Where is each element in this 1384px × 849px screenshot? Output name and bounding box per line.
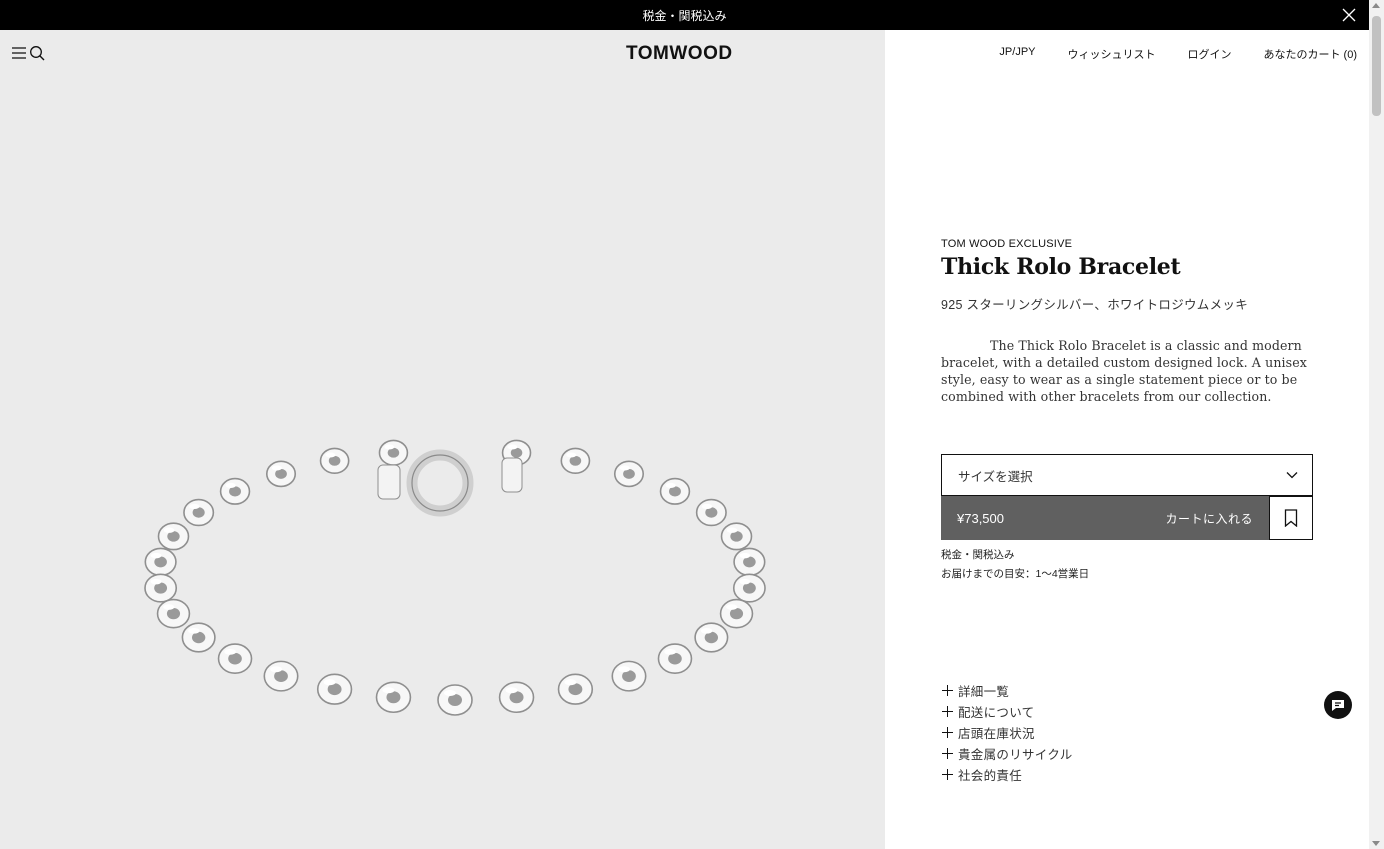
top-navigation: JP/JPY ウィッシュリスト ログイン あなたのカート (0) [999,46,1357,62]
chain-link [732,573,766,603]
product-eyebrow: TOM WOOD EXCLUSIVE [941,238,1073,250]
chain-link [659,477,691,505]
product-price: ¥73,500 [957,510,1004,526]
chain-link [156,598,191,629]
search-icon[interactable] [29,45,45,61]
product-info: TOM WOOD EXCLUSIVE Thick Rolo Bracelet 9… [941,238,1313,405]
product-material: 925 スターリングシルバー、ホワイトロジウムメッキ [941,298,1249,312]
chain-link [498,681,535,714]
chain-link [144,547,177,577]
cart-link[interactable]: あなたのカート (0) [1264,46,1358,62]
scroll-down-arrow[interactable] [1372,841,1380,846]
plus-icon [941,768,954,781]
product-image [144,439,766,716]
accordion-label: 社会的責任 [958,769,1023,783]
size-select-label: サイズを選択 [958,469,1033,484]
accordion-social-responsibility[interactable]: 社会的責任 [941,764,1073,785]
accordion-shipping[interactable]: 配送について [941,701,1073,722]
chain-link [375,681,412,714]
scroll-up-arrow[interactable] [1372,3,1380,8]
plus-icon [941,726,954,739]
add-to-cart-label: カートに入れる [1165,511,1253,526]
plus-icon [941,747,954,760]
chain-link [437,684,473,716]
tax-note: 税金・関税込み [941,549,1015,561]
site-header: TOMWOOD JP/JPY ウィッシュリスト ログイン あなたのカート (0) [0,30,1369,78]
product-description: The Thick Rolo Bracelet is a classic and… [941,338,1307,404]
chain-link [316,673,353,705]
accordion-label: 店頭在庫状況 [958,727,1035,741]
product-title: Thick Rolo Bracelet [941,254,1181,280]
chain-link [657,643,693,674]
chain-link [557,673,594,705]
chain-link [695,498,727,527]
bookmark-icon [1284,509,1298,527]
page-scrollbar[interactable] [1369,0,1384,849]
product-image-gallery[interactable] [0,30,885,849]
accordion-details[interactable]: 詳細一覧 [941,680,1073,701]
chain-link [183,498,215,527]
chat-icon [1332,700,1344,711]
chain-link [319,447,350,475]
purchase-notes: 税金・関税込み お届けまでの目安：1〜4営業日 [941,546,1089,584]
chain-link [719,598,754,629]
chain-link [694,622,729,653]
login-link[interactable]: ログイン [1188,46,1232,62]
chain-link [720,522,753,551]
chain-link [733,547,766,577]
chain-link [560,447,591,475]
menu-icon[interactable] [11,46,27,60]
plus-icon [941,705,954,718]
region-selector[interactable]: JP/JPY [999,46,1035,62]
chain-link [613,460,645,488]
chain-link [265,460,297,488]
delivery-note: お届けまでの目安：1〜4営業日 [941,568,1090,580]
chain-link [263,660,299,692]
chain-link [144,573,178,603]
chain-link [611,660,647,692]
accordion-store-stock[interactable]: 店頭在庫状況 [941,722,1073,743]
product-accordion: 詳細一覧 配送について 店頭在庫状況 貴金属のリサイクル 社会的責任 [941,680,1073,785]
chain-link [378,439,409,466]
add-to-cart-button[interactable]: ¥73,500 カートに入れる [941,496,1270,540]
add-to-wishlist-button[interactable] [1269,496,1313,540]
chain-link [219,477,251,505]
chevron-down-icon [1286,472,1298,479]
chain-link [181,622,216,653]
wishlist-link[interactable]: ウィッシュリスト [1068,46,1156,62]
accordion-recycling[interactable]: 貴金属のリサイクル [941,743,1073,764]
announcement-text: 税金・関税込み [642,8,727,23]
chain-link [217,643,253,674]
size-select[interactable]: サイズを選択 [941,454,1313,496]
plus-icon [941,684,954,697]
scrollbar-thumb[interactable] [1372,16,1381,116]
brand-logo[interactable]: TOMWOOD [626,43,733,65]
close-icon[interactable] [1341,7,1357,23]
announcement-bar: 税金・関税込み [0,0,1369,30]
chain-link [157,522,190,551]
accordion-label: 貴金属のリサイクル [958,748,1073,762]
accordion-label: 詳細一覧 [958,685,1010,699]
chat-button[interactable] [1324,691,1352,719]
menu-search-toggle[interactable] [11,45,45,61]
accordion-label: 配送について [958,706,1035,720]
